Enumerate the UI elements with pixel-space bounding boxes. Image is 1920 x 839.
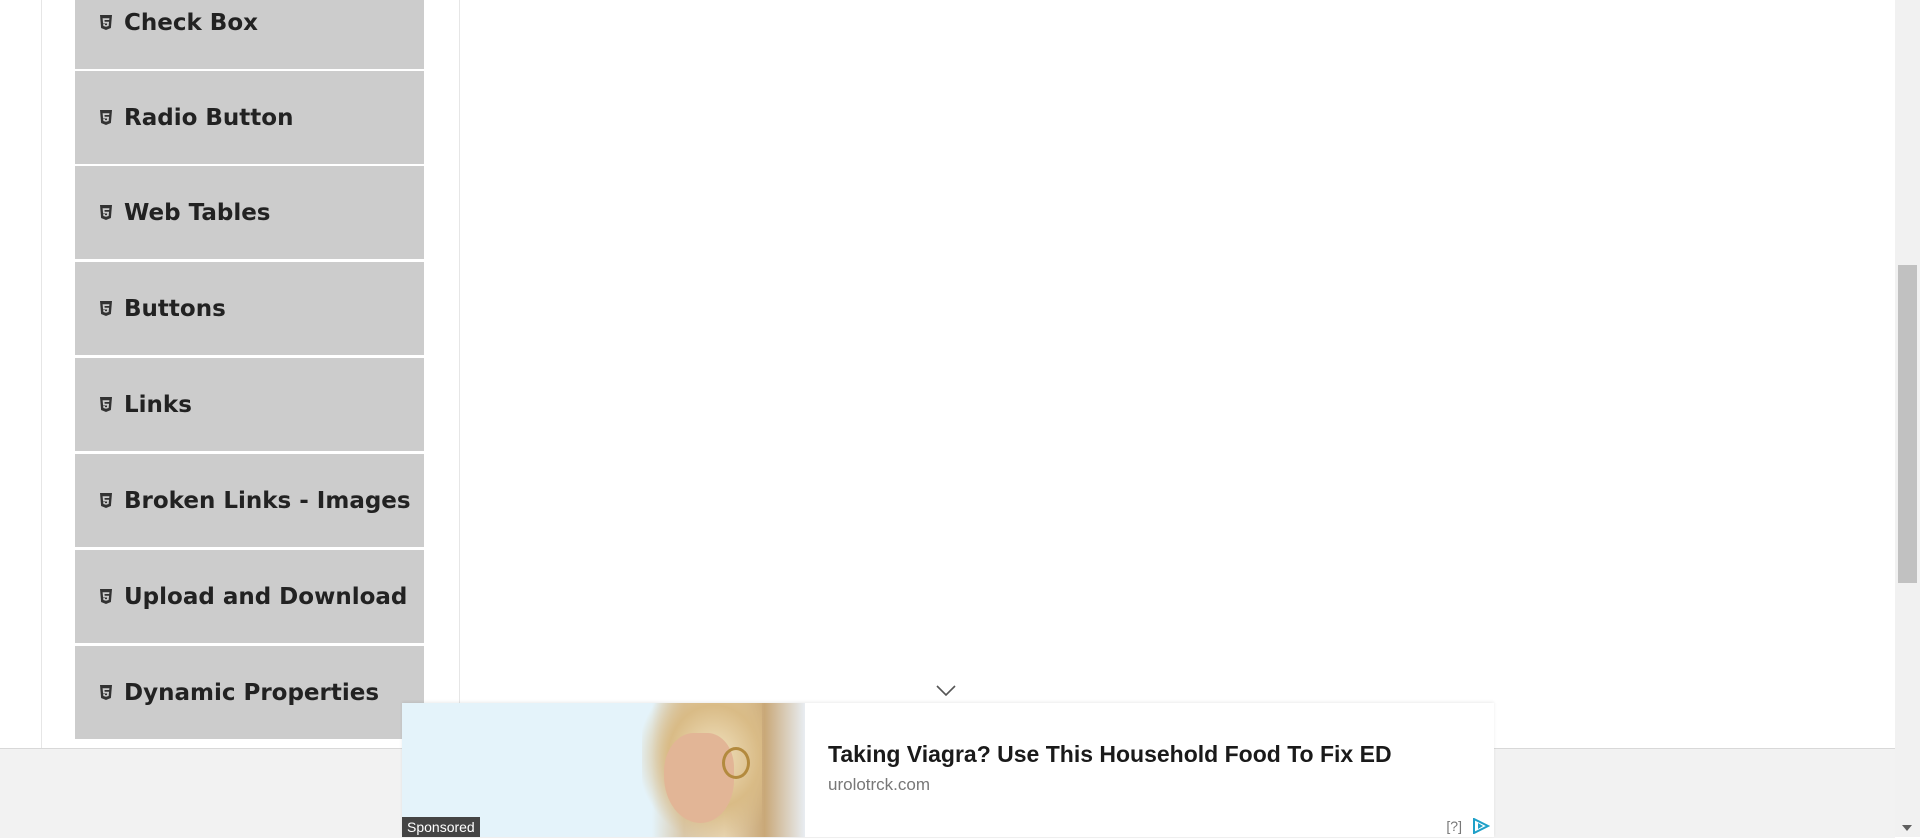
ad-domain[interactable]: urolotrck.com xyxy=(828,775,930,795)
menu-item-web-tables[interactable]: Web Tables xyxy=(75,166,424,260)
sponsored-badge: Sponsored xyxy=(402,817,480,837)
html5-icon xyxy=(98,684,114,702)
html5-icon xyxy=(98,492,114,510)
left-border xyxy=(41,0,42,748)
sponsored-ad[interactable]: Sponsored Taking Viagra? Use This Househ… xyxy=(402,703,1494,837)
html5-icon xyxy=(98,588,114,606)
ad-info-link[interactable]: [?] xyxy=(1446,818,1462,834)
menu-item-upload-and-download[interactable]: Upload and Download xyxy=(75,550,424,644)
menu-item-label: Radio Button xyxy=(124,104,294,131)
menu-item-dynamic-properties[interactable]: Dynamic Properties xyxy=(75,646,424,740)
scrollbar-thumb[interactable] xyxy=(1898,265,1917,583)
menu-item-label: Dynamic Properties xyxy=(124,679,380,706)
ad-image[interactable]: Sponsored xyxy=(402,703,805,837)
menu-item-label: Web Tables xyxy=(124,199,271,226)
menu-item-broken-links-images[interactable]: Broken Links - Images xyxy=(75,454,424,548)
menu-item-radio-button[interactable]: Radio Button xyxy=(75,71,424,165)
html5-icon xyxy=(98,109,114,127)
menu-item-links[interactable]: Links xyxy=(75,358,424,452)
html5-icon xyxy=(98,396,114,414)
html5-icon xyxy=(98,204,114,222)
menu-item-check-box[interactable]: Check Box xyxy=(75,0,424,70)
chevron-down-icon[interactable] xyxy=(935,684,957,698)
menu-item-label: Upload and Download xyxy=(124,583,408,610)
menu-item-buttons[interactable]: Buttons xyxy=(75,262,424,356)
content-border xyxy=(459,0,460,748)
menu-item-label: Check Box xyxy=(124,9,258,36)
menu-item-label: Broken Links - Images xyxy=(124,487,411,514)
scroll-down-arrow-icon[interactable] xyxy=(1902,825,1912,831)
html5-icon xyxy=(98,300,114,318)
menu-item-label: Links xyxy=(124,391,192,418)
vertical-scrollbar[interactable] xyxy=(1895,0,1920,837)
adchoices-icon[interactable] xyxy=(1472,817,1491,835)
menu-item-label: Buttons xyxy=(124,295,226,322)
html5-icon xyxy=(98,14,114,32)
ad-title[interactable]: Taking Viagra? Use This Household Food T… xyxy=(828,741,1392,768)
